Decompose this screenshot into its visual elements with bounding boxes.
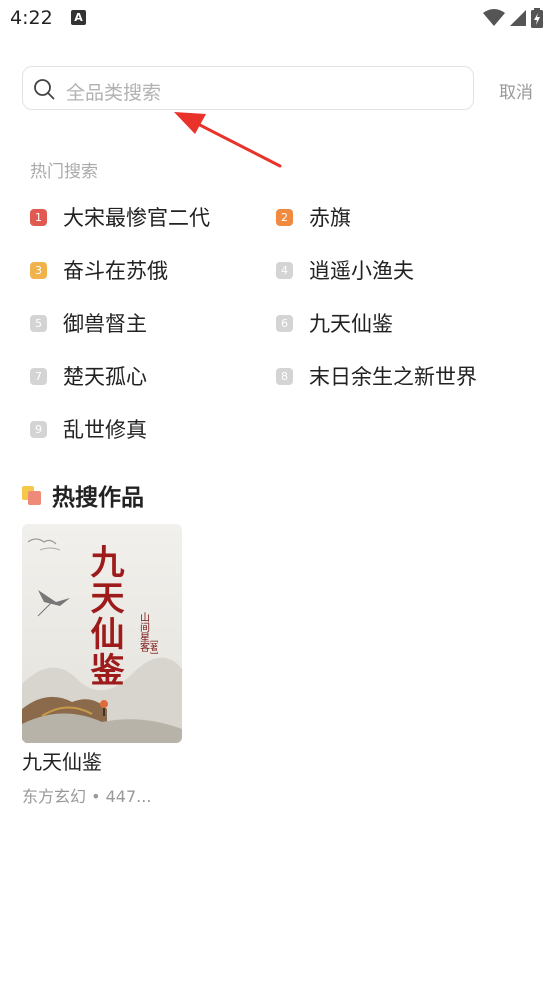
- status-bar: 4:22 A: [0, 0, 553, 38]
- rank-badge: 3: [30, 261, 47, 279]
- rank-badge: 5: [30, 314, 47, 332]
- status-icons: [483, 8, 543, 28]
- hot-search-item[interactable]: 9 乱世修真: [30, 414, 147, 444]
- hot-search-label: 楚天孤心: [63, 365, 147, 389]
- cancel-button[interactable]: 取消: [499, 78, 533, 103]
- search-input[interactable]: 全品类搜索: [22, 66, 474, 110]
- hot-search-item[interactable]: 8 末日余生之新世界: [276, 361, 477, 391]
- hot-search-label: 大宋最惨官二代: [63, 206, 210, 230]
- hot-search-label: 赤旗: [309, 206, 351, 230]
- search-placeholder: 全品类搜索: [66, 82, 162, 104]
- book-title[interactable]: 九天仙鉴: [22, 746, 182, 775]
- hot-search-label: 九天仙鉴: [309, 312, 393, 336]
- hot-search-item[interactable]: 5 御兽督主: [30, 308, 147, 338]
- book-meta: 东方玄幻 • 447...: [22, 787, 152, 806]
- hot-search-item[interactable]: 7 楚天孤心: [30, 361, 147, 391]
- hot-works-header: 热搜作品: [22, 478, 144, 512]
- book-cover-author: 山间星客: [138, 612, 150, 653]
- hot-search-item[interactable]: 1 大宋最惨官二代: [30, 202, 210, 232]
- rank-badge: 4: [276, 261, 293, 279]
- hot-search-label: 逍遥小渔夫: [309, 259, 414, 283]
- annotation-arrow-icon: [174, 112, 282, 168]
- hot-search-label: 奋斗在苏俄: [63, 259, 168, 283]
- rank-badge: 2: [276, 208, 293, 226]
- hot-search-item[interactable]: 2 赤旗: [276, 202, 351, 232]
- book-cover-author-suffix: [著]: [150, 640, 159, 654]
- hot-works-title: 热搜作品: [52, 485, 144, 511]
- wifi-icon: [483, 9, 505, 26]
- battery-icon: [531, 8, 543, 28]
- rank-badge: 9: [30, 420, 47, 438]
- hot-search-label: 末日余生之新世界: [309, 365, 477, 389]
- signal-icon: [510, 10, 526, 26]
- hot-search-item[interactable]: 3 奋斗在苏俄: [30, 255, 168, 285]
- book-card[interactable]: 九天仙鉴 山间星客 [著] 九天仙鉴 东方玄幻 • 447...: [22, 524, 182, 807]
- notification-a-icon: A: [71, 10, 86, 25]
- book-cover[interactable]: 九天仙鉴 山间星客 [著]: [22, 524, 182, 743]
- book-cover-title: 九天仙鉴: [84, 544, 125, 688]
- hot-search-label: 御兽督主: [63, 312, 147, 336]
- rank-badge: 1: [30, 208, 47, 226]
- hot-search-item[interactable]: 4 逍遥小渔夫: [276, 255, 414, 285]
- search-icon: [34, 79, 55, 100]
- rank-badge: 8: [276, 367, 293, 385]
- rank-badge: 7: [30, 367, 47, 385]
- hot-search-item[interactable]: 6 九天仙鉴: [276, 308, 393, 338]
- hot-works-icon: [22, 484, 44, 506]
- status-time: 4:22: [10, 7, 53, 29]
- hot-search-label: 乱世修真: [63, 418, 147, 442]
- hot-search-title: 热门搜索: [30, 162, 98, 182]
- rank-badge: 6: [276, 314, 293, 332]
